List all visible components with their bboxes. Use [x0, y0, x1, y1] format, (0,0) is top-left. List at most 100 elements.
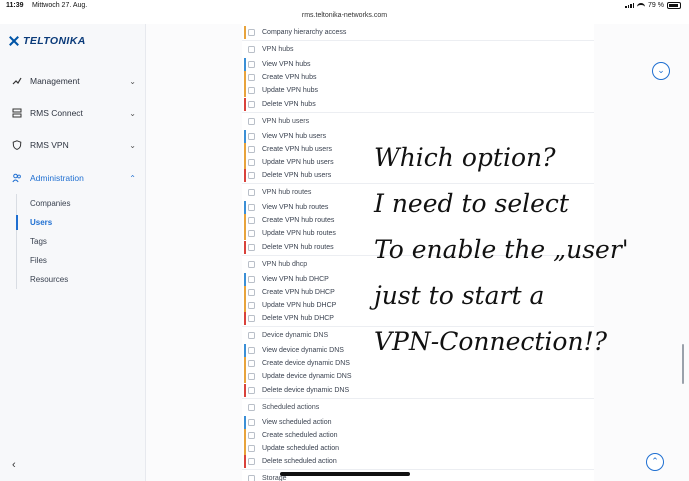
- permission-checkbox[interactable]: [248, 431, 255, 439]
- view-indicator: [244, 201, 246, 215]
- permission-group[interactable]: Scheduled actions: [242, 401, 594, 414]
- permission-checkbox[interactable]: [248, 87, 255, 95]
- permission-checkbox[interactable]: [248, 204, 255, 212]
- permission-row[interactable]: Create scheduled action: [242, 428, 594, 442]
- update-indicator: [244, 227, 246, 241]
- submenu-item-files[interactable]: Files: [17, 251, 146, 270]
- permission-checkbox[interactable]: [248, 117, 255, 125]
- submenu-item-companies[interactable]: Companies: [17, 194, 146, 213]
- permission-checkbox[interactable]: [248, 100, 255, 108]
- delete-indicator: [244, 383, 246, 397]
- collapse-sidebar-icon[interactable]: ‹: [12, 459, 16, 471]
- submenu-item-tags[interactable]: Tags: [17, 232, 146, 251]
- logo-text: TELTONIKA: [23, 35, 86, 47]
- permission-checkbox[interactable]: [248, 458, 255, 465]
- permission-group[interactable]: VPN hub users: [242, 115, 594, 128]
- permission-label: Delete device dynamic DNS: [262, 386, 350, 394]
- permission-row[interactable]: Create VPN hubs: [242, 71, 594, 85]
- note-line: just to start a: [374, 281, 545, 310]
- permission-checkbox[interactable]: [248, 243, 255, 251]
- permission-label: Update VPN hubs: [262, 87, 319, 95]
- permission-checkbox[interactable]: [248, 46, 255, 54]
- permission-checkbox[interactable]: [248, 29, 255, 36]
- permission-checkbox[interactable]: [248, 347, 255, 355]
- permission-checkbox[interactable]: [248, 360, 255, 368]
- handwritten-note: Which option? I need to select To enable…: [374, 135, 674, 365]
- teltonika-logo[interactable]: TELTONIKA: [8, 35, 86, 47]
- permission-checkbox[interactable]: [248, 260, 255, 268]
- permission-checkbox[interactable]: [248, 315, 255, 322]
- sidebar-item-rms-vpn[interactable]: RMS VPN ⌄: [0, 134, 146, 156]
- permission-checkbox[interactable]: [248, 403, 255, 411]
- view-indicator: [244, 344, 246, 358]
- sidebar-item-administration[interactable]: Administration ⌃: [0, 167, 146, 189]
- delete-indicator: [244, 169, 246, 182]
- permission-row[interactable]: Delete VPN hubs: [242, 97, 594, 111]
- chevron-down-icon: ⌄: [129, 140, 136, 150]
- permission-checkbox[interactable]: [248, 158, 255, 166]
- view-indicator: [244, 129, 246, 143]
- permission-row[interactable]: Update device dynamic DNS: [242, 370, 594, 384]
- submenu-item-resources[interactable]: Resources: [17, 270, 146, 289]
- scrollbar[interactable]: [682, 344, 684, 384]
- permission-label: View scheduled action: [262, 418, 332, 426]
- chevron-up-icon: ⌃: [129, 173, 136, 183]
- scroll-down-button[interactable]: ⌄: [652, 62, 670, 80]
- permission-checkbox[interactable]: [248, 373, 255, 381]
- delete-indicator: [244, 312, 246, 325]
- permission-checkbox[interactable]: [248, 61, 255, 69]
- permission-label: Scheduled actions: [262, 403, 320, 411]
- permission-label: Update VPN hub users: [262, 158, 334, 166]
- sidebar-item-management[interactable]: Management ⌄: [0, 70, 146, 92]
- teltonika-logo-icon: [8, 35, 20, 47]
- permission-row[interactable]: View scheduled action: [242, 415, 594, 429]
- sidebar-item-label: RMS VPN: [30, 140, 69, 150]
- permission-checkbox[interactable]: [248, 275, 255, 283]
- permission-label: Create VPN hub routes: [262, 217, 335, 225]
- permission-checkbox[interactable]: [248, 74, 255, 82]
- update-indicator: [244, 84, 246, 98]
- permission-label: Delete VPN hub DHCP: [262, 315, 334, 322]
- create-indicator: [244, 214, 246, 228]
- permission-row[interactable]: Delete scheduled action: [242, 455, 594, 468]
- permission-row[interactable]: Update VPN hubs: [242, 84, 594, 98]
- permission-checkbox[interactable]: [248, 288, 255, 296]
- permission-row[interactable]: Company hierarchy access: [242, 26, 594, 39]
- delete-indicator: [244, 97, 246, 111]
- sidebar-item-label: Management: [30, 76, 80, 86]
- sidebar-item-label: Administration: [30, 173, 84, 183]
- chevron-down-icon: ⌄: [129, 108, 136, 118]
- permission-checkbox[interactable]: [248, 230, 255, 238]
- update-indicator: [244, 298, 246, 312]
- rms-connect-icon: [12, 108, 22, 118]
- permission-checkbox[interactable]: [248, 172, 255, 179]
- permission-checkbox[interactable]: [248, 132, 255, 140]
- submenu-item-users[interactable]: Users: [16, 213, 146, 232]
- view-indicator: [244, 272, 246, 286]
- update-indicator: [244, 155, 246, 169]
- group-divider: [242, 469, 594, 471]
- create-indicator: [244, 71, 246, 85]
- permission-checkbox[interactable]: [248, 475, 255, 481]
- permission-checkbox[interactable]: [248, 444, 255, 452]
- permission-checkbox[interactable]: [248, 332, 255, 340]
- permission-checkbox[interactable]: [248, 386, 255, 394]
- permission-checkbox[interactable]: [248, 217, 255, 225]
- permission-row[interactable]: Update scheduled action: [242, 441, 594, 455]
- permission-checkbox[interactable]: [248, 301, 255, 309]
- scroll-to-top-button[interactable]: ⌃: [646, 453, 664, 471]
- permission-label: View device dynamic DNS: [262, 347, 344, 355]
- permission-checkbox[interactable]: [248, 145, 255, 153]
- sidebar-item-rms-connect[interactable]: RMS Connect ⌄: [0, 102, 146, 124]
- address-bar[interactable]: rms.teltonika-networks.com: [0, 12, 689, 19]
- permission-label: VPN hub routes: [262, 189, 312, 197]
- permission-label: Create VPN hub users: [262, 145, 333, 153]
- permission-row[interactable]: View VPN hubs: [242, 58, 594, 72]
- permission-checkbox[interactable]: [248, 189, 255, 197]
- permission-label: Delete VPN hubs: [262, 100, 316, 108]
- permission-checkbox[interactable]: [248, 418, 255, 426]
- delete-indicator: [244, 240, 246, 254]
- permission-group[interactable]: VPN hubs: [242, 43, 594, 56]
- permission-label: Update VPN hub DHCP: [262, 301, 337, 309]
- permission-row[interactable]: Delete device dynamic DNS: [242, 383, 594, 397]
